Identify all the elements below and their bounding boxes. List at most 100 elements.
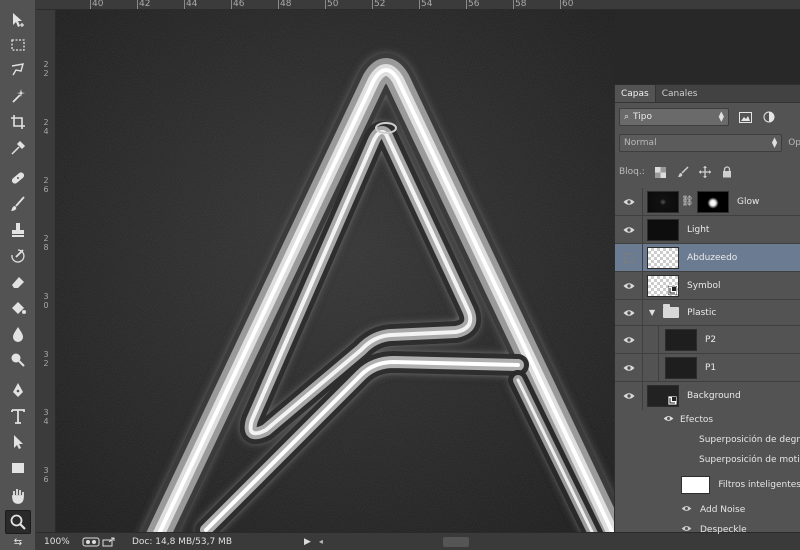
lock-pixels-brush-icon[interactable]	[677, 166, 689, 178]
swap-colors-icon[interactable]: ⇆	[5, 536, 31, 550]
layer-row-p1[interactable]: P1	[615, 353, 800, 382]
tab-channels[interactable]: Canales	[656, 85, 704, 102]
layer-thumbnail	[665, 356, 697, 379]
tab-layers[interactable]: Capas	[615, 85, 656, 102]
path-selection-icon[interactable]	[5, 430, 31, 454]
brush-tool-icon[interactable]	[5, 192, 31, 216]
scroll-left-arrow-icon[interactable]: ◂	[319, 537, 323, 546]
layer-row-light[interactable]: Light	[615, 215, 800, 244]
document-canvas[interactable]	[56, 10, 614, 532]
ruler-tick-label: 40	[92, 0, 104, 9]
smart-filters-label: Filtros inteligentes	[718, 480, 800, 490]
layer-list: ⛓ Glow Light Abduzeedo Symbol ▼ Plastic …	[615, 187, 800, 540]
ruler-tick-label: 44	[186, 0, 198, 9]
healing-brush-icon[interactable]	[5, 166, 31, 190]
status-menu-arrow-icon[interactable]: ▶	[304, 537, 311, 547]
eye-icon[interactable]	[663, 415, 674, 425]
link-icon[interactable]: ⛓	[681, 196, 694, 207]
select-caret-icon: ▲ ▼	[771, 136, 778, 149]
lock-all-padlock-icon[interactable]	[721, 166, 733, 178]
eye-icon[interactable]	[615, 382, 643, 410]
effect-item[interactable]: Superposición de degr	[615, 430, 800, 450]
layer-row-abduzeedo[interactable]: Abduzeedo	[615, 243, 800, 272]
group-name: Plastic	[687, 307, 717, 318]
ruler-tick	[90, 0, 91, 9]
zoom-level-field[interactable]: 100%	[36, 537, 80, 547]
ruler-tick	[372, 0, 373, 9]
layer-row-p2[interactable]: P2	[615, 325, 800, 354]
eye-icon[interactable]	[615, 187, 643, 216]
smart-filter-mask-thumbnail[interactable]	[681, 476, 711, 494]
eraser-tool-icon[interactable]	[5, 270, 31, 294]
ruler-tick-label: 26	[43, 176, 49, 194]
smart-filters-row[interactable]: Filtros inteligentes	[615, 470, 800, 500]
adjustment-filter-icon[interactable]	[761, 110, 777, 124]
lock-transparency-icon[interactable]	[655, 166, 667, 178]
eye-icon[interactable]	[681, 505, 692, 515]
ruler-tick	[231, 0, 232, 9]
share-icon[interactable]	[102, 537, 120, 547]
group-expand-arrow-icon[interactable]: ▼	[649, 308, 655, 317]
folder-icon	[663, 304, 680, 318]
ruler-tick-label: 48	[280, 0, 292, 9]
paint-bucket-icon[interactable]	[5, 296, 31, 320]
layer-filter-select[interactable]: ⌕ Tipo ▲ ▼	[619, 108, 729, 126]
effect-item[interactable]: Superposición de motiv	[615, 450, 800, 470]
type-tool-icon[interactable]	[5, 404, 31, 428]
eye-icon[interactable]	[681, 525, 692, 535]
eye-icon[interactable]	[615, 271, 643, 300]
layer-row-symbol[interactable]: Symbol	[615, 271, 800, 300]
pen-tool-icon[interactable]	[5, 378, 31, 402]
image-filter-icon[interactable]	[737, 110, 753, 124]
move-tool-icon[interactable]	[5, 8, 31, 32]
crop-tool-icon[interactable]	[5, 110, 31, 134]
blend-row: Normal ▲ ▼ Op	[619, 133, 800, 153]
layer-name: P1	[705, 362, 717, 373]
horizontal-scrollbar[interactable]	[442, 536, 469, 547]
blur-tool-icon[interactable]	[5, 322, 31, 346]
smart-object-thumbnail	[647, 385, 679, 407]
layer-group-plastic[interactable]: ▼ Plastic	[615, 299, 800, 326]
effect-name: Superposición de motiv	[699, 455, 800, 465]
layers-panel: Capas Canales ⌕ Tipo ▲ ▼ Normal ▲ ▼ Op Blo…	[614, 84, 800, 535]
document-size-info: Doc: 14,8 MB/53,7 MB	[132, 536, 232, 547]
layer-row-background[interactable]: Background	[615, 382, 800, 410]
eye-icon[interactable]	[615, 215, 643, 244]
effects-label: Efectos	[680, 415, 714, 425]
layer-name: Glow	[737, 196, 760, 207]
panel-tabs: Capas Canales	[615, 85, 800, 103]
horizontal-ruler: 40 42 44 46 48 50 52 54 56 58 60	[36, 0, 800, 10]
blend-mode-select[interactable]: Normal ▲ ▼	[619, 134, 783, 152]
smart-filter-item[interactable]: Despeckle	[615, 520, 800, 540]
magic-wand-icon[interactable]	[5, 84, 31, 108]
ruler-tick-label: 30	[43, 292, 49, 310]
smart-filter-item[interactable]: Add Noise	[615, 500, 800, 520]
lasso-tool-icon[interactable]	[5, 58, 31, 82]
zoom-tool-icon[interactable]	[5, 510, 31, 534]
ruler-tick-label: 54	[421, 0, 433, 9]
visibility-toggle[interactable]	[615, 243, 643, 272]
layer-row-glow[interactable]: ⛓ Glow	[615, 187, 800, 216]
blend-mode-value: Normal	[624, 138, 657, 148]
marquee-tool-icon[interactable]	[5, 33, 31, 57]
eye-icon[interactable]	[615, 299, 643, 326]
eye-icon[interactable]	[615, 325, 643, 354]
layer-name: P2	[705, 334, 717, 345]
lock-position-move-icon[interactable]	[698, 166, 711, 178]
layer-filter-value: Tipo	[633, 112, 652, 122]
ruler-tick-label: 56	[468, 0, 480, 9]
smart-filter-name: Despeckle	[700, 525, 747, 535]
clone-stamp-icon[interactable]	[5, 218, 31, 242]
ruler-tick-label: 22	[43, 60, 49, 78]
history-brush-icon[interactable]	[5, 244, 31, 268]
smart-object-icon	[668, 396, 677, 405]
eye-icon[interactable]	[615, 353, 643, 382]
effects-row[interactable]: Efectos	[615, 410, 800, 430]
proof-icon[interactable]	[82, 537, 100, 547]
dodge-tool-icon[interactable]	[5, 348, 31, 372]
rectangle-tool-icon[interactable]	[5, 456, 31, 480]
hand-tool-icon[interactable]	[5, 484, 31, 508]
eyedropper-icon[interactable]	[5, 136, 31, 160]
ruler-tick-label: 42	[139, 0, 151, 9]
layer-mask-thumbnail[interactable]	[697, 190, 729, 213]
